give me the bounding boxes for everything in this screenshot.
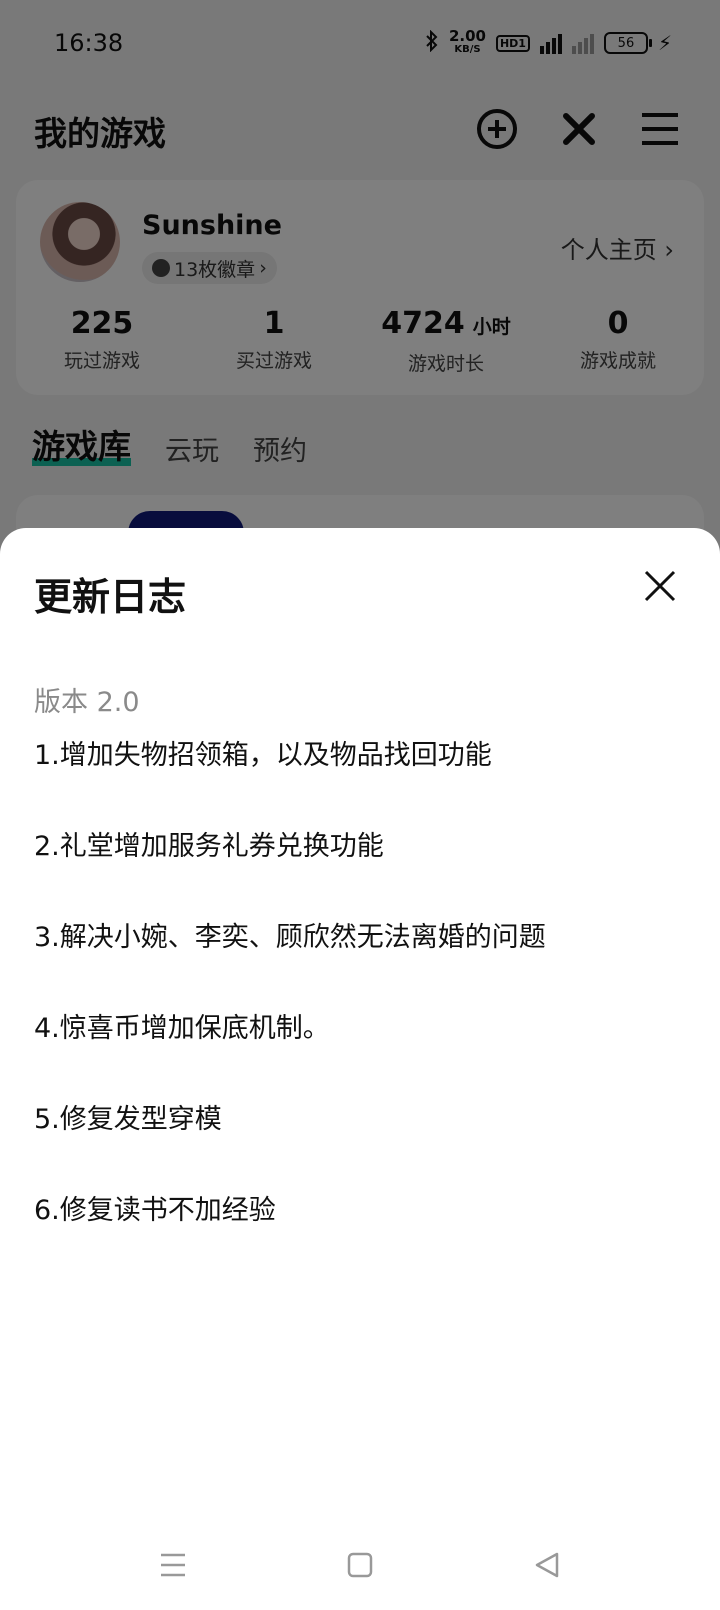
changelog-list: 1.增加失物招领箱，以及物品找回功能 2.礼堂增加服务礼券兑换功能 3.解决小婉… xyxy=(34,728,546,1274)
home-icon[interactable] xyxy=(330,1535,390,1595)
changelog-title: 更新日志 xyxy=(34,575,187,619)
list-item: 3.解决小婉、李奕、顾欣然无法离婚的问题 xyxy=(34,922,546,953)
list-item: 4.惊喜币增加保底机制。 xyxy=(34,1013,330,1044)
list-item: 2.礼堂增加服务礼券兑换功能 xyxy=(34,831,384,862)
version-label: 版本 2.0 xyxy=(34,687,140,718)
changelog-sheet: 更新日志 版本 2.0 1.增加失物招领箱，以及物品找回功能 2.礼堂增加服务礼… xyxy=(0,528,720,1610)
list-item: 6.修复读书不加经验 xyxy=(34,1195,276,1226)
list-item: 5.修复发型穿模 xyxy=(34,1104,222,1135)
system-nav-bar xyxy=(0,1520,720,1610)
list-item: 1.增加失物招领箱，以及物品找回功能 xyxy=(34,740,492,771)
recent-apps-icon[interactable] xyxy=(143,1535,203,1595)
close-icon[interactable] xyxy=(640,566,680,606)
back-icon[interactable] xyxy=(517,1535,577,1595)
